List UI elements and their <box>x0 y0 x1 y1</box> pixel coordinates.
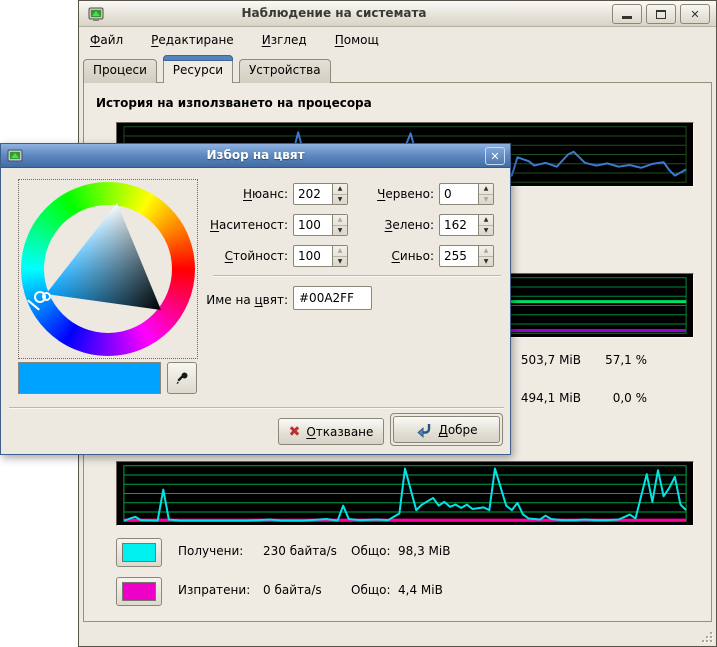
sent-color-button[interactable] <box>116 577 162 606</box>
tab-resources[interactable]: Ресурси <box>163 55 233 83</box>
red-spin-up-icon[interactable]: ▲ <box>479 184 493 195</box>
network-history-chart <box>116 461 694 526</box>
eyedropper-icon <box>174 370 190 386</box>
sent-color-swatch <box>122 582 156 601</box>
received-rate: 230 байта/s <box>263 544 337 558</box>
desktop: Наблюдение на системата ✕ Файл Редактира… <box>0 0 717 647</box>
green-spin-down-icon[interactable]: ▼ <box>479 226 493 236</box>
red-value[interactable]: 0 <box>440 184 478 204</box>
blue-spinbox[interactable]: 255 ▲▼ <box>439 245 494 267</box>
dialog-titlebar[interactable]: Избор на цвят ✕ <box>1 144 510 168</box>
red-label: Червено: <box>341 187 434 201</box>
color-picker-dialog: Избор на цвят ✕ <box>0 143 511 455</box>
color-name-label: Име на цвят: <box>171 293 288 307</box>
received-color-swatch <box>122 543 156 562</box>
memory-used-percent: 57,1 % <box>577 353 647 367</box>
ok-button-focus-ring: Добре <box>390 413 503 446</box>
sv-selector[interactable] <box>42 292 51 301</box>
menu-help[interactable]: Помощ <box>326 29 388 51</box>
eyedropper-button[interactable] <box>167 362 197 394</box>
cancel-icon: ✖ <box>289 424 301 440</box>
green-spin-up-icon[interactable]: ▲ <box>479 215 493 226</box>
blue-spin-down-icon[interactable]: ▼ <box>479 257 493 267</box>
green-label: Зелено: <box>341 218 434 232</box>
received-total: 98,3 MiB <box>398 544 450 558</box>
green-value[interactable]: 162 <box>440 215 478 235</box>
sent-total: 4,4 MiB <box>398 583 443 597</box>
ok-button[interactable]: Добре <box>393 416 500 443</box>
tab-strip: Процеси Ресурси Устройства <box>83 55 712 83</box>
minimize-icon <box>622 16 632 19</box>
fields-separator <box>213 275 501 277</box>
sv-triangle[interactable] <box>19 180 197 358</box>
close-icon: ✕ <box>690 8 699 21</box>
main-titlebar[interactable]: Наблюдение на системата ✕ <box>79 1 716 27</box>
hue-value[interactable]: 202 <box>294 184 332 204</box>
menubar: Файл Редактиране Изглед Помощ <box>81 28 398 52</box>
received-label: Получени: <box>178 544 243 558</box>
menu-view[interactable]: Изглед <box>253 29 316 51</box>
dialog-close-icon: ✕ <box>490 150 499 163</box>
window-title: Наблюдение на системата <box>179 6 489 20</box>
sent-total-label: Общо: <box>351 583 391 597</box>
dialog-title: Избор на цвят <box>1 148 510 162</box>
value-label: Стойност: <box>191 249 288 263</box>
cancel-label: Отказване <box>306 425 373 439</box>
blue-label: Синьо: <box>341 249 434 263</box>
saturation-spinbox[interactable]: 100 ▲▼ <box>293 214 348 236</box>
blue-value[interactable]: 255 <box>440 246 478 266</box>
menu-file[interactable]: Файл <box>81 29 132 51</box>
dialog-close-button[interactable]: ✕ <box>485 147 505 165</box>
maximize-icon <box>656 10 666 19</box>
close-button[interactable]: ✕ <box>680 4 710 24</box>
action-separator <box>9 407 504 409</box>
received-total-label: Общо: <box>351 544 391 558</box>
hue-spinbox[interactable]: 202 ▲▼ <box>293 183 348 205</box>
cpu-history-title: История на използването на процесора <box>96 96 372 110</box>
saturation-label: Наситеност: <box>191 218 288 232</box>
menu-edit[interactable]: Редактиране <box>142 29 243 51</box>
value-spinbox[interactable]: 100 ▲▼ <box>293 245 348 267</box>
received-color-button[interactable] <box>116 538 162 567</box>
green-spinbox[interactable]: 162 ▲▼ <box>439 214 494 236</box>
value-value[interactable]: 100 <box>294 246 332 266</box>
tab-processes[interactable]: Процеси <box>83 59 157 83</box>
ok-enter-icon <box>415 422 432 438</box>
ok-label: Добре <box>438 423 477 437</box>
selected-color-preview <box>18 362 161 394</box>
sent-rate: 0 байта/s <box>263 583 322 597</box>
tab-devices[interactable]: Устройства <box>239 59 331 83</box>
saturation-value[interactable]: 100 <box>294 215 332 235</box>
cancel-button[interactable]: ✖ Отказване <box>278 418 384 445</box>
maximize-button[interactable] <box>646 4 676 24</box>
red-spinbox[interactable]: 0 ▲▼ <box>439 183 494 205</box>
red-spin-down-icon[interactable]: ▼ <box>479 195 493 205</box>
minimize-button[interactable] <box>612 4 642 24</box>
app-icon <box>88 6 104 22</box>
window-controls: ✕ <box>612 4 710 24</box>
swap-used-percent: 0,0 % <box>577 391 647 405</box>
blue-spin-up-icon[interactable]: ▲ <box>479 246 493 257</box>
sent-label: Изпратени: <box>178 583 250 597</box>
color-wheel[interactable] <box>18 179 198 359</box>
color-name-input[interactable]: #00A2FF <box>293 286 372 310</box>
resize-grip[interactable] <box>698 628 712 642</box>
hue-label: Нюанс: <box>191 187 288 201</box>
